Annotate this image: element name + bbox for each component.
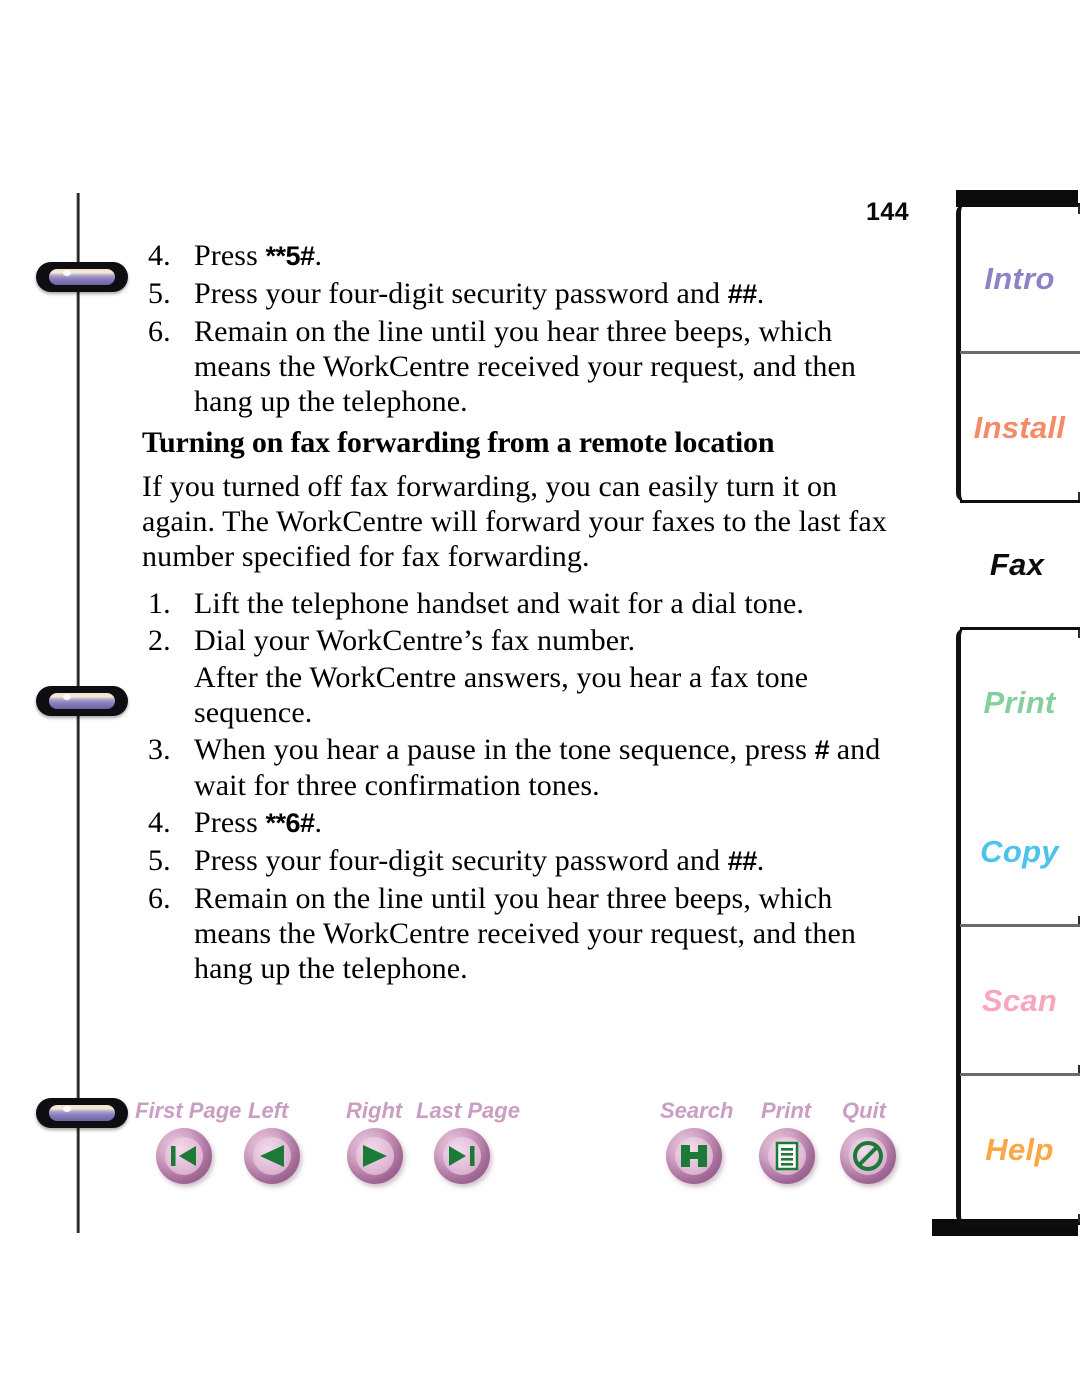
binder-ring-highlight bbox=[63, 694, 71, 700]
keypad-code: ## bbox=[727, 279, 758, 309]
list-item-text-post: . bbox=[314, 239, 323, 272]
sidebar-tab-copy[interactable]: Copy bbox=[960, 777, 1080, 927]
list-item-text: When you hear a pause in the tone sequen… bbox=[194, 732, 912, 803]
list-item-number: 5. bbox=[148, 277, 171, 310]
binder-ring-highlight bbox=[63, 270, 71, 276]
list-item: 5. Press your four-digit security passwo… bbox=[142, 276, 912, 312]
binder-ring-bar bbox=[49, 269, 115, 285]
previous-page-button[interactable] bbox=[244, 1128, 300, 1184]
list-item-text: Press your four-digit security password … bbox=[194, 276, 912, 312]
sidebar-tab-scan[interactable]: Scan bbox=[960, 926, 1080, 1076]
list-item-text-pre: Press bbox=[194, 806, 266, 839]
list-item-text: Remain on the line until you hear three … bbox=[194, 882, 856, 985]
list-item-text: Press **6#. bbox=[194, 805, 912, 841]
section-heading: Turning on fax forwarding from a remote … bbox=[142, 426, 775, 459]
document-page: 144 4. Press **5#. 5. Press your four-di… bbox=[0, 0, 1080, 1397]
binder-ring bbox=[36, 262, 128, 292]
sidebar-tab-label: Install bbox=[973, 409, 1066, 445]
list-item-text-pre: When you hear a pause in the tone sequen… bbox=[194, 733, 815, 766]
first-page-button[interactable] bbox=[156, 1128, 212, 1184]
sidebar-tab-label: Scan bbox=[981, 982, 1058, 1018]
list-item-note: After the WorkCentre answers, you hear a… bbox=[194, 661, 809, 729]
section-tab-strip: Intro Install Fax Print Copy Scan Help bbox=[928, 190, 1080, 1236]
page-content: 4. Press **5#. 5. Press your four-digit … bbox=[142, 238, 912, 988]
page-number: 144 bbox=[866, 198, 910, 226]
sidebar-tab-install[interactable]: Install bbox=[960, 353, 1080, 503]
list-item-number: 4. bbox=[148, 239, 171, 272]
quit-button[interactable] bbox=[840, 1128, 896, 1184]
previous-page-icon bbox=[244, 1128, 300, 1184]
first-page-label: First Page bbox=[135, 1098, 242, 1123]
list-item-text: Press **5#. bbox=[194, 238, 912, 274]
sidebar-tab-label: Copy bbox=[980, 833, 1059, 869]
first-page-icon bbox=[156, 1128, 212, 1184]
list-item-text: Remain on the line until you hear three … bbox=[194, 315, 856, 418]
last-page-button[interactable] bbox=[434, 1128, 490, 1184]
sidebar-tab-intro[interactable]: Intro bbox=[960, 203, 1080, 353]
sidebar-tab-label: Print bbox=[983, 684, 1056, 720]
list-item: 3. When you hear a pause in the tone seq… bbox=[142, 732, 912, 803]
last-page-icon bbox=[434, 1128, 490, 1184]
keypad-code: ## bbox=[727, 846, 758, 876]
binder-ring bbox=[36, 686, 128, 716]
search-icon bbox=[666, 1128, 722, 1184]
quit-label: Quit bbox=[842, 1098, 886, 1123]
list-item-number: 6. bbox=[148, 315, 171, 348]
sidebar-tab-fax-selected[interactable]: Fax bbox=[956, 502, 1078, 628]
list-item: 4. Press **6#. bbox=[142, 805, 912, 841]
list-item-text-pre: Press your four-digit security password … bbox=[194, 844, 728, 877]
list-item-number: 6. bbox=[148, 882, 171, 915]
keypad-code: **5# bbox=[265, 241, 315, 271]
list-item: 6. Remain on the line until you hear thr… bbox=[142, 881, 912, 986]
list-item: 4. Press **5#. bbox=[142, 238, 912, 274]
list-item: 2. Dial your WorkCentre’s fax number. bbox=[142, 623, 912, 658]
tab-group-upper: Intro Install bbox=[956, 203, 1080, 503]
next-page-label: Right bbox=[346, 1098, 403, 1123]
list-item-text-post: . bbox=[314, 806, 323, 839]
keypad-code: # bbox=[814, 735, 830, 765]
list-item-text: Press your four-digit security password … bbox=[194, 843, 912, 879]
print-icon bbox=[759, 1128, 815, 1184]
last-page-label: Last Page bbox=[416, 1098, 520, 1123]
next-page-button[interactable] bbox=[347, 1128, 403, 1184]
previous-page-label: Left bbox=[248, 1098, 289, 1123]
list-item-text-post: . bbox=[756, 277, 765, 310]
search-label: Search bbox=[660, 1098, 734, 1123]
search-button[interactable] bbox=[666, 1128, 722, 1184]
sidebar-tab-print[interactable]: Print bbox=[960, 627, 1080, 777]
list-item-text: Lift the telephone handset and wait for … bbox=[194, 587, 804, 620]
list-item-number: 1. bbox=[148, 587, 171, 620]
print-button[interactable] bbox=[759, 1128, 815, 1184]
list-item-text-post: . bbox=[756, 844, 765, 877]
list-item: 1. Lift the telephone handset and wait f… bbox=[142, 586, 912, 621]
list-item: 5. Press your four-digit security passwo… bbox=[142, 843, 912, 879]
next-page-icon bbox=[347, 1128, 403, 1184]
quit-icon bbox=[840, 1128, 896, 1184]
intro-paragraph: If you turned off fax forwarding, you ca… bbox=[142, 470, 887, 573]
sidebar-tab-label: Intro bbox=[984, 260, 1055, 296]
list-item-number: 5. bbox=[148, 844, 171, 877]
print-label: Print bbox=[761, 1098, 812, 1123]
list-item-text-pre: Press bbox=[194, 239, 266, 272]
binder-ring-bar bbox=[49, 693, 115, 709]
sidebar-tab-label: Fax bbox=[989, 547, 1045, 582]
list-item-number: 3. bbox=[148, 733, 171, 766]
navigation-toolbar: First Page Left Right Last Page Search P… bbox=[0, 1086, 1080, 1196]
keypad-code: **6# bbox=[265, 808, 315, 838]
list-item-number: 2. bbox=[148, 624, 171, 657]
list-item-text-pre: Press your four-digit security password … bbox=[194, 277, 728, 310]
list-item: 6. Remain on the line until you hear thr… bbox=[142, 314, 912, 419]
list-item-text: Dial your WorkCentre’s fax number. bbox=[194, 624, 636, 657]
list-item-number: 4. bbox=[148, 806, 171, 839]
